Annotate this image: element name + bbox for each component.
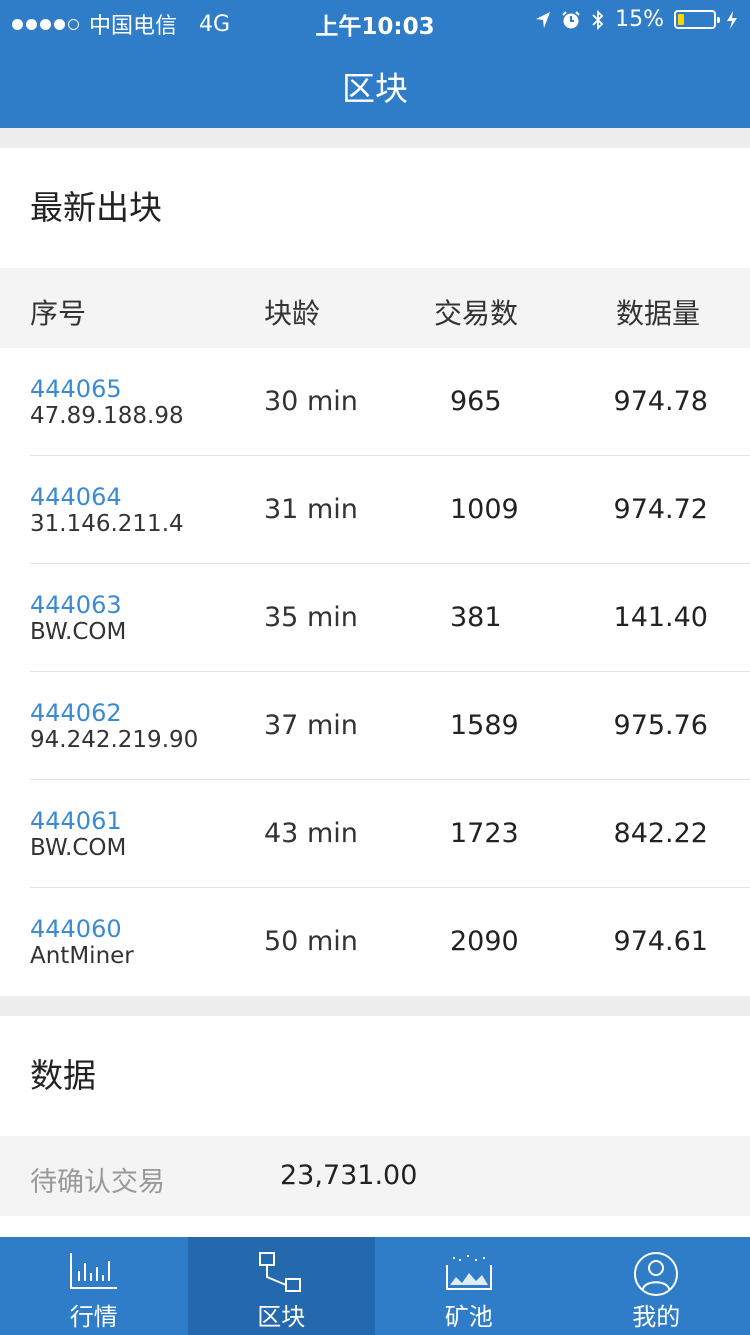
- block-age: 43 min: [264, 818, 358, 849]
- block-age: 37 min: [264, 710, 358, 741]
- tab-market[interactable]: 行情: [0, 1237, 188, 1335]
- block-size: 141.40: [613, 602, 708, 633]
- column-header-height: 序号: [30, 297, 87, 330]
- top-bar: 中国电信 4G 上午10:03 15% 区块: [0, 0, 750, 128]
- table-row[interactable]: 444061 BW.COM 43 min 1723 842.22: [0, 780, 750, 888]
- table-header: 序号 块龄 交易数 数据量: [0, 268, 750, 348]
- block-age: 30 min: [264, 386, 358, 417]
- block-age: 50 min: [264, 926, 358, 957]
- data-section: 数据 待确认交易 23,731.00: [0, 1016, 750, 1237]
- block-miner: 31.146.211.4: [30, 511, 184, 537]
- data-section-title: 数据: [30, 1056, 96, 1095]
- chart-icon: [69, 1253, 117, 1289]
- block-miner: 47.89.188.98: [30, 403, 184, 429]
- block-icon: [259, 1252, 302, 1292]
- block-miner: BW.COM: [30, 619, 127, 645]
- table-row[interactable]: 444063 BW.COM 35 min 381 141.40: [0, 564, 750, 672]
- block-height-link[interactable]: 444062: [30, 699, 122, 727]
- block-miner: BW.COM: [30, 835, 127, 861]
- tab-pool-label: 矿池: [444, 1303, 493, 1331]
- bluetooth-icon: [592, 9, 604, 30]
- column-header-tx: 交易数: [434, 297, 519, 330]
- latest-blocks-section: 最新出块 序号 块龄 交易数 数据量 444065 47.89.188.98 3…: [0, 148, 750, 996]
- latest-blocks-title: 最新出块: [30, 188, 162, 227]
- tab-profile[interactable]: 我的: [563, 1237, 750, 1335]
- tab-pool[interactable]: 矿池: [375, 1237, 563, 1335]
- block-height-link[interactable]: 444064: [30, 483, 122, 511]
- tab-market-label: 行情: [69, 1303, 118, 1331]
- column-header-size: 数据量: [616, 297, 701, 330]
- pending-tx-label: 待确认交易: [30, 1167, 165, 1198]
- block-height-link[interactable]: 444060: [30, 915, 122, 943]
- pool-icon: [445, 1253, 492, 1290]
- block-miner: AntMiner: [30, 943, 134, 969]
- table-row[interactable]: 444065 47.89.188.98 30 min 965 974.78: [0, 348, 750, 456]
- charging-icon: [727, 10, 737, 29]
- column-header-age: 块龄: [264, 297, 321, 330]
- table-row[interactable]: 444062 94.242.219.90 37 min 1589 975.76: [0, 672, 750, 780]
- tab-blocks-label: 区块: [257, 1303, 306, 1331]
- block-age: 31 min: [264, 494, 358, 525]
- tab-blocks[interactable]: 区块: [187, 1237, 375, 1335]
- block-size: 974.72: [613, 494, 708, 525]
- block-tx-count: 1723: [450, 818, 519, 849]
- block-tx-count: 965: [450, 386, 502, 417]
- block-height-link[interactable]: 444065: [30, 375, 122, 403]
- block-size: 974.78: [613, 386, 708, 417]
- block-height-link[interactable]: 444063: [30, 591, 122, 619]
- user-icon: [634, 1252, 679, 1296]
- status-bar: 中国电信 4G 上午10:03 15%: [0, 0, 750, 40]
- table-row[interactable]: 444064 31.146.211.4 31 min 1009 974.72: [0, 456, 750, 564]
- block-size: 842.22: [613, 818, 708, 849]
- tab-profile-label: 我的: [632, 1303, 681, 1331]
- alarm-icon: [562, 10, 580, 28]
- page-title: 区块: [342, 69, 408, 108]
- block-age: 35 min: [264, 602, 358, 633]
- battery-icon: [674, 10, 720, 29]
- block-height-link[interactable]: 444061: [30, 807, 122, 835]
- block-tx-count: 2090: [450, 926, 519, 957]
- battery-percent: 15%: [615, 7, 664, 32]
- block-tx-count: 381: [450, 602, 502, 633]
- table-row[interactable]: 444060 AntMiner 50 min 2090 974.61: [0, 888, 750, 996]
- pending-tx-row: 待确认交易 23,731.00: [0, 1136, 750, 1216]
- block-miner: 94.242.219.90: [30, 727, 199, 753]
- tab-bar: 行情 区块 矿池 我的: [0, 1237, 750, 1335]
- location-icon: [536, 11, 551, 28]
- pending-tx-value: 23,731.00: [280, 1160, 418, 1191]
- block-tx-count: 1009: [450, 494, 519, 525]
- block-tx-count: 1589: [450, 710, 519, 741]
- block-size: 974.61: [613, 926, 708, 957]
- block-size: 975.76: [613, 710, 708, 741]
